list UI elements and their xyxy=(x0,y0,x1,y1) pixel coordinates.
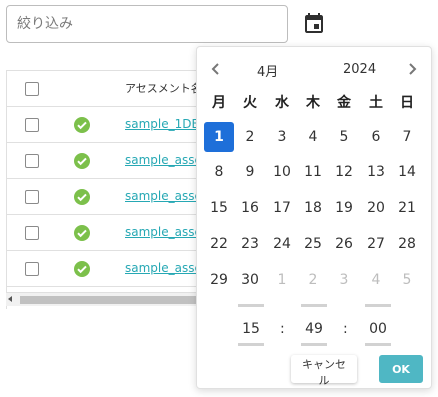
day-cell[interactable]: 26 xyxy=(329,229,359,259)
calendar-button[interactable] xyxy=(302,12,326,36)
cancel-button[interactable]: キャンセル xyxy=(291,355,357,387)
month-label[interactable]: 4月 xyxy=(257,61,278,80)
weekday-label: 月 xyxy=(212,95,226,111)
date-time-picker: 4月 2024 月火水木金土日 1 2 3 4 5 6 7 8 9 10 11 12 13 14 15 16 1… xyxy=(196,46,432,389)
day-cell-next-month[interactable]: 4 xyxy=(361,265,391,295)
day-cell[interactable]: 22 xyxy=(204,229,234,259)
day-cell[interactable]: 18 xyxy=(298,193,328,223)
weekday-label: 土 xyxy=(369,95,383,111)
hour-spinner[interactable]: 15 xyxy=(238,304,264,346)
minute-value: 49 xyxy=(305,321,323,337)
day-cell[interactable]: 13 xyxy=(361,157,391,187)
next-month-button[interactable] xyxy=(405,61,419,75)
row-checkbox[interactable] xyxy=(25,226,39,240)
assessment-link[interactable]: sample_asse xyxy=(125,261,202,275)
select-all-checkbox[interactable] xyxy=(25,82,39,96)
day-cell[interactable]: 25 xyxy=(298,229,328,259)
day-cell[interactable]: 28 xyxy=(392,229,422,259)
check-circle-icon xyxy=(74,261,90,277)
row-checkbox[interactable] xyxy=(25,190,39,204)
weekday-label: 火 xyxy=(243,95,257,111)
day-cell[interactable]: 20 xyxy=(361,193,391,223)
chevron-right-icon xyxy=(409,63,417,75)
ok-button[interactable]: OK xyxy=(379,355,423,383)
day-cell[interactable]: 12 xyxy=(329,157,359,187)
second-spinner[interactable]: 00 xyxy=(365,304,391,346)
check-circle-icon xyxy=(74,225,90,241)
day-cell[interactable]: 23 xyxy=(235,229,265,259)
check-circle-icon xyxy=(74,153,90,169)
day-cell-next-month[interactable]: 2 xyxy=(298,265,328,295)
previous-month-button[interactable] xyxy=(209,61,223,75)
day-cell[interactable]: 6 xyxy=(361,122,391,152)
check-circle-icon xyxy=(74,117,90,133)
column-header-assessment-name: アセスメント名 xyxy=(125,82,202,95)
check-circle-icon xyxy=(74,189,90,205)
assessment-link[interactable]: sample_asse xyxy=(125,153,202,167)
second-value: 00 xyxy=(369,321,387,337)
day-cell-next-month[interactable]: 1 xyxy=(267,265,297,295)
day-cell[interactable]: 4 xyxy=(298,122,328,152)
day-cell[interactable]: 17 xyxy=(267,193,297,223)
day-cell[interactable]: 24 xyxy=(267,229,297,259)
day-cell[interactable]: 14 xyxy=(392,157,422,187)
assessment-link[interactable]: sample_1DB xyxy=(125,117,200,131)
day-cell[interactable]: 15 xyxy=(204,193,234,223)
day-cell[interactable]: 19 xyxy=(329,193,359,223)
day-cell-selected[interactable]: 1 xyxy=(204,122,234,152)
row-checkbox[interactable] xyxy=(25,262,39,276)
weekday-label: 水 xyxy=(275,95,289,111)
day-cell[interactable]: 3 xyxy=(267,122,297,152)
weekday-label: 木 xyxy=(306,95,320,111)
chevron-left-icon xyxy=(211,63,219,75)
day-cell[interactable]: 30 xyxy=(235,265,265,295)
minute-spinner[interactable]: 49 xyxy=(301,304,327,346)
day-cell[interactable]: 2 xyxy=(235,122,265,152)
calendar-icon xyxy=(305,13,323,33)
day-cell[interactable]: 16 xyxy=(235,193,265,223)
assessment-link[interactable]: sample_asse xyxy=(125,189,202,203)
day-cell[interactable]: 5 xyxy=(329,122,359,152)
year-label[interactable]: 2024 xyxy=(343,62,376,77)
day-cell[interactable]: 7 xyxy=(392,122,422,152)
day-cell[interactable]: 27 xyxy=(361,229,391,259)
day-cell[interactable]: 10 xyxy=(267,157,297,187)
filter-input[interactable] xyxy=(6,5,288,43)
day-cell[interactable]: 8 xyxy=(204,157,234,187)
row-checkbox[interactable] xyxy=(25,154,39,168)
hour-value: 15 xyxy=(242,321,260,337)
time-separator: : xyxy=(280,321,285,337)
scroll-left-icon[interactable] xyxy=(8,296,12,302)
weekday-label: 金 xyxy=(337,95,351,111)
day-cell[interactable]: 21 xyxy=(392,193,422,223)
row-checkbox[interactable] xyxy=(25,118,39,132)
day-cell[interactable]: 29 xyxy=(204,265,234,295)
day-cell-next-month[interactable]: 3 xyxy=(329,265,359,295)
day-cell[interactable]: 9 xyxy=(235,157,265,187)
assessment-link[interactable]: sample_asse xyxy=(125,225,202,239)
time-separator: : xyxy=(343,321,348,337)
day-cell-next-month[interactable]: 5 xyxy=(392,265,422,295)
day-cell[interactable]: 11 xyxy=(298,157,328,187)
weekday-label: 日 xyxy=(400,95,414,111)
